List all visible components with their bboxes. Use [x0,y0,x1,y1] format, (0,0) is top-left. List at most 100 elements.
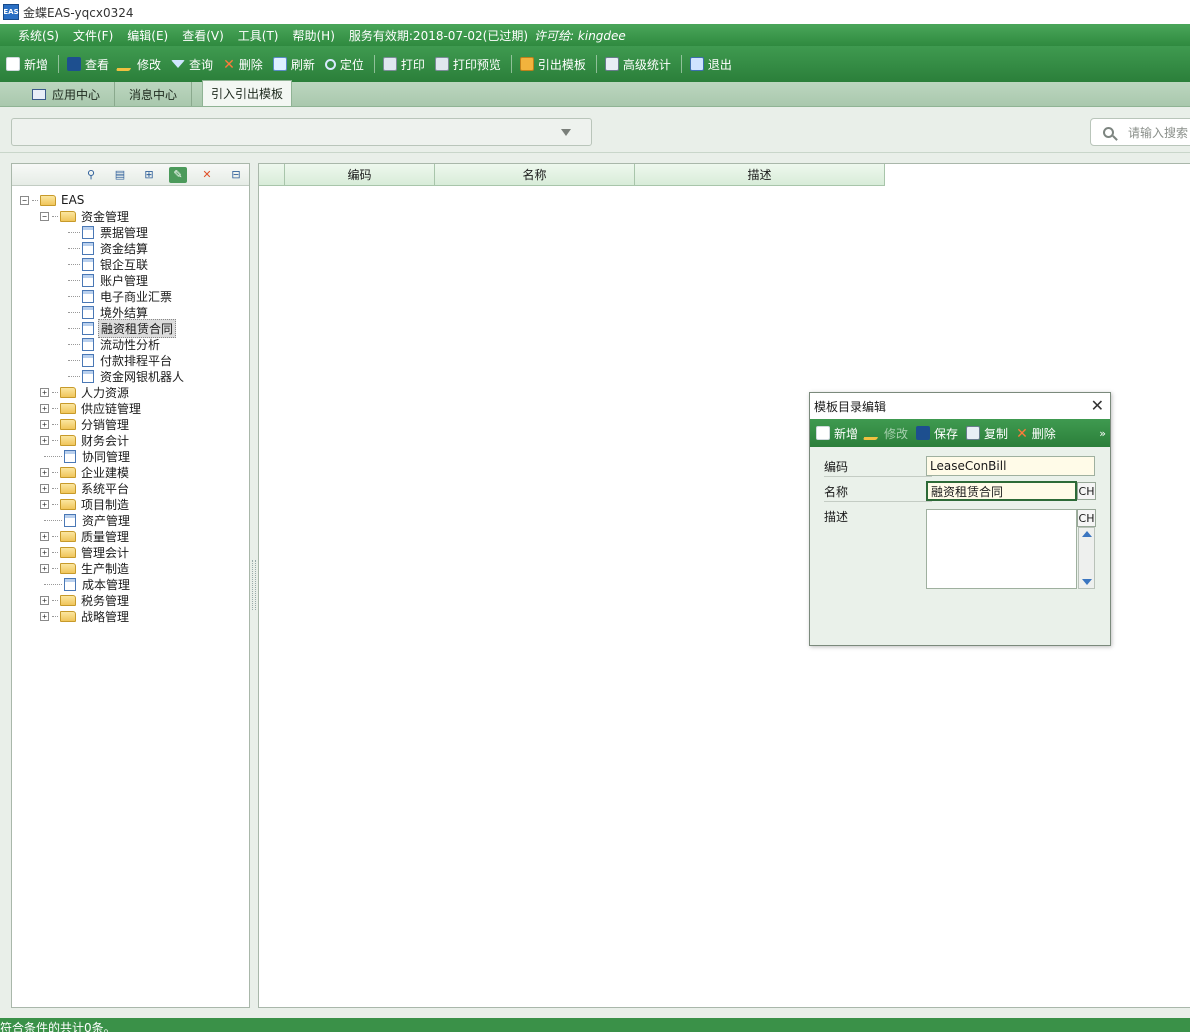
menu-view[interactable]: 查看(V) [182,27,224,44]
table-header: 编码 名称 描述 [259,164,885,186]
column-header-code[interactable]: 编码 [285,164,435,186]
tree-node-module[interactable]: 成本管理 [12,576,249,592]
dialog-copy-button[interactable]: 复制 [966,425,1008,442]
tree-node-module[interactable]: + 质量管理 [12,528,249,544]
print-preview-button[interactable]: 打印预览 [434,56,501,73]
dialog-save-button[interactable]: 保存 [916,425,958,442]
tree-node-fund-child[interactable]: 流动性分析 [12,336,249,352]
expand-icon[interactable]: + [40,483,49,493]
search-placeholder: 请输入搜索 [1128,125,1189,140]
tree-delete-icon[interactable]: ✕ [198,167,216,183]
expand-icon[interactable]: + [40,403,49,413]
tree-node-fund-child[interactable]: 票据管理 [12,224,249,240]
close-icon[interactable]: ✕ [1091,398,1104,414]
more-chevron-icon[interactable]: » [1099,427,1106,440]
query-button[interactable]: 查询 [171,56,213,73]
tree-new-icon[interactable]: ▤ [111,167,129,183]
expand-icon[interactable]: + [40,499,49,509]
tree-node-fund-child[interactable]: 资金结算 [12,240,249,256]
code-field[interactable]: LeaseConBill [926,456,1095,476]
tree-node-module[interactable]: + 供应链管理 [12,400,249,416]
tree-node-module[interactable]: + 管理会计 [12,544,249,560]
tree-connector [52,471,58,473]
search-input[interactable]: 请输入搜索 [1090,118,1190,146]
tree-node-module[interactable]: + 系统平台 [12,480,249,496]
expand-icon[interactable]: + [40,387,49,397]
window-title: 金蝶EAS-yqcx0324 [23,5,134,20]
description-language-button[interactable]: CH [1077,509,1096,527]
new-button[interactable]: 新增 [6,56,48,73]
menu-tools[interactable]: 工具(T) [238,27,279,44]
export-template-button[interactable]: 引出模板 [519,56,586,73]
menu-edit[interactable]: 编辑(E) [127,27,168,44]
description-field[interactable] [926,509,1077,589]
refresh-button[interactable]: 刷新 [272,56,315,73]
scroll-up-icon[interactable] [1082,531,1092,537]
tree-node-module[interactable]: + 分销管理 [12,416,249,432]
collapse-icon[interactable]: − [20,195,29,205]
expand-icon[interactable]: + [40,611,49,621]
document-icon [82,225,94,239]
tab-app-center[interactable]: 应用中心 [18,82,116,106]
window-title-bar: EAS 金蝶EAS-yqcx0324 [0,0,1190,24]
locate-button[interactable]: 定位 [324,56,364,73]
dialog-delete-button[interactable]: ✕ 删除 [1016,425,1056,442]
menu-system[interactable]: 系统(S) [18,27,59,44]
expand-icon[interactable]: + [40,419,49,429]
tab-import-export-template[interactable]: 引入引出模板 [202,80,293,106]
expand-icon[interactable]: + [40,435,49,445]
dropdown-arrow-icon[interactable] [561,129,571,136]
tree-node-fund-child[interactable]: 电子商业汇票 [12,288,249,304]
panel-splitter[interactable] [252,560,256,610]
tree-node-fund-child[interactable]: 付款排程平台 [12,352,249,368]
tree-node-fund-child[interactable]: 资金网银机器人 [12,368,249,384]
tree-node-module[interactable]: + 税务管理 [12,592,249,608]
tree-connector [52,215,58,217]
delete-button[interactable]: ✕ 删除 [223,56,263,73]
tree-node-fund-child[interactable]: 银企互联 [12,256,249,272]
tab-message-center[interactable]: 消息中心 [115,82,193,106]
tree-node-fund-child[interactable]: 账户管理 [12,272,249,288]
dialog-edit-button[interactable]: 修改 [862,425,908,442]
search-icon [1103,126,1114,138]
tree-node-fund-mgmt[interactable]: − 资金管理 [12,208,249,224]
exit-button[interactable]: 退出 [689,56,732,73]
view-button[interactable]: 查看 [67,56,109,73]
tree-node-module[interactable]: + 生产制造 [12,560,249,576]
expand-icon[interactable]: + [40,563,49,573]
expand-icon[interactable]: + [40,595,49,605]
tree-node-module[interactable]: 资产管理 [12,512,249,528]
tree-search-icon[interactable]: ⚲ [82,167,100,183]
tree-node-fund-child[interactable]: 融资租赁合同 [12,318,249,338]
scroll-down-icon[interactable] [1082,579,1092,585]
tree-edit-icon[interactable]: ✎ [169,166,187,183]
name-field[interactable]: 融资租赁合同 [926,481,1077,501]
menu-file[interactable]: 文件(F) [73,27,113,44]
tree-node-root[interactable]: − EAS [12,192,249,208]
template-category-combo[interactable] [11,118,592,146]
column-header-description[interactable]: 描述 [635,164,885,186]
other-modules: + 人力资源 + 供应链管理 + 分销管理 + 财务会计 协同管理 + 企业建模 + 系统平台 + 项目制造… [12,384,249,624]
tree-node-module[interactable]: + 项目制造 [12,496,249,512]
name-language-button[interactable]: CH [1077,482,1096,500]
tree-node-module[interactable]: + 企业建模 [12,464,249,480]
tree-group-icon[interactable]: ⊟ [227,167,245,183]
tree-node-label: 系统平台 [81,481,130,496]
view-button-label: 查看 [85,57,110,72]
tree-view-icon[interactable]: ⊞ [140,167,158,183]
print-button[interactable]: 打印 [382,56,425,73]
advanced-stats-button[interactable]: 高级统计 [604,56,671,73]
collapse-icon[interactable]: − [40,211,49,221]
column-header-name[interactable]: 名称 [435,164,635,186]
expand-icon[interactable]: + [40,467,49,477]
dialog-new-button[interactable]: 新增 [816,425,858,442]
description-scrollbar[interactable] [1078,527,1095,589]
expand-icon[interactable]: + [40,531,49,541]
edit-button[interactable]: 修改 [115,56,161,73]
tree-node-module[interactable]: 协同管理 [12,448,249,464]
menu-help[interactable]: 帮助(H) [293,27,335,44]
tree-node-module[interactable]: + 人力资源 [12,384,249,400]
tree-node-module[interactable]: + 战略管理 [12,608,249,624]
expand-icon[interactable]: + [40,547,49,557]
tree-node-module[interactable]: + 财务会计 [12,432,249,448]
